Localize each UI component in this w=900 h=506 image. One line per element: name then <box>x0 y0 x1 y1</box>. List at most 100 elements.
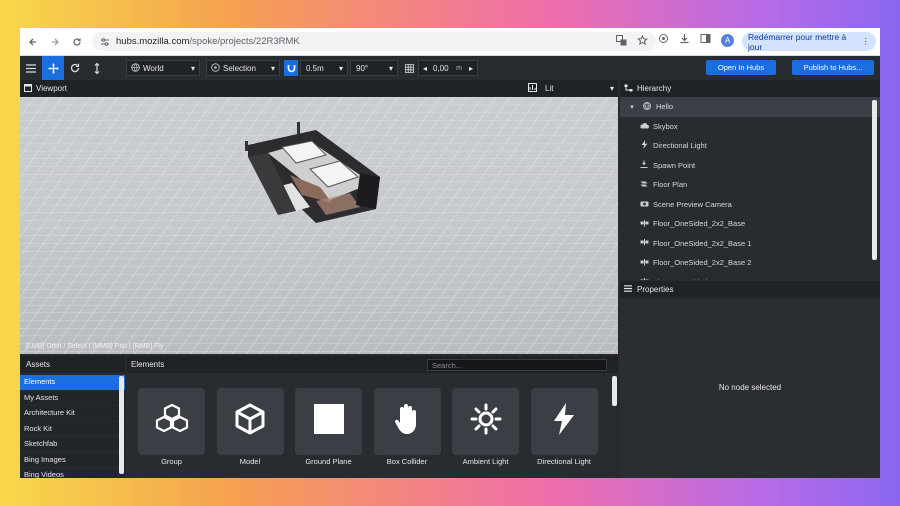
globe-icon <box>641 101 653 112</box>
model-icon <box>638 219 650 229</box>
asset-source-item[interactable]: Rock Kit <box>20 421 125 436</box>
asset-source-item[interactable]: Elements <box>20 375 125 390</box>
scale-tool-button[interactable] <box>86 56 108 80</box>
hierarchy-item-label: Hello <box>656 102 674 112</box>
no-node-selected-text: No node selected <box>718 383 782 392</box>
hierarchy-item-label: Floor_OneSided_2x2_Base 1 <box>653 238 752 248</box>
profile-avatar[interactable]: A <box>721 33 734 47</box>
cube-icon <box>235 403 265 440</box>
download-icon[interactable] <box>679 33 690 47</box>
model-icon <box>638 238 650 248</box>
transform-pivot-select[interactable]: Selection ▾ <box>206 60 280 76</box>
element-tile[interactable] <box>452 388 519 455</box>
asset-source-item[interactable]: My Assets <box>20 390 125 405</box>
rotation-snap-select[interactable]: 90° ▾ <box>350 60 398 76</box>
grid-icon[interactable] <box>402 60 416 76</box>
translate-tool-button[interactable] <box>42 56 64 80</box>
reload-button[interactable] <box>68 33 86 51</box>
hierarchy-item[interactable]: Skybox <box>620 117 880 137</box>
open-in-hubs-button[interactable]: Open In Hubs <box>706 60 776 75</box>
bolt-icon <box>553 403 575 440</box>
extensions-icon[interactable] <box>658 33 669 47</box>
hierarchy-item[interactable]: Spawn Point <box>620 156 880 176</box>
properties-panel: Properties No node selected <box>620 281 880 478</box>
caret-down-icon[interactable]: ▾ <box>626 103 638 111</box>
elements-scrollbar[interactable] <box>612 376 617 406</box>
hierarchy-scrollbar[interactable] <box>872 100 877 260</box>
assets-header: Assets <box>20 356 125 373</box>
element-tile[interactable] <box>373 388 441 455</box>
decrement-icon[interactable]: ◂ <box>419 64 431 73</box>
translation-snap-select[interactable]: 0.5m ▾ <box>300 60 348 76</box>
hierarchy-item-label: Floor Plan <box>653 180 688 190</box>
back-button[interactable] <box>24 33 42 51</box>
asset-source-item[interactable]: Bing Videos <box>20 468 125 478</box>
url-text: hubs.mozilla.com/spoke/projects/22R3RMK <box>116 36 300 47</box>
floorplan-icon <box>638 180 650 190</box>
element-tile[interactable] <box>530 388 598 455</box>
hierarchy-item[interactable]: Floor Plan <box>620 175 880 195</box>
element-tile[interactable] <box>295 388 362 455</box>
hierarchy-item[interactable]: Floor_OneSided_2x2_Base 2 <box>620 253 880 273</box>
pivot-icon <box>207 62 223 74</box>
restart-to-update-button[interactable]: Redémarrer pour mettre à jour ⋮ <box>742 32 876 52</box>
hierarchy-item[interactable]: Floor_OneSided_2x2_Base 1 <box>620 234 880 254</box>
hand-icon <box>394 403 420 440</box>
bookmark-star-icon[interactable] <box>636 34 649 49</box>
hierarchy-root-item[interactable]: ▾ Hello <box>620 97 880 117</box>
hierarchy-header: Hierarchy <box>620 80 880 97</box>
asset-source-item[interactable]: Bing Images <box>20 452 125 467</box>
chevron-down-icon: ▾ <box>270 63 275 73</box>
chevron-down-icon: ▾ <box>190 63 195 73</box>
browser-window: hubs.mozilla.com/spoke/projects/22R3RMK … <box>20 28 880 478</box>
scene-canvas[interactable]: [LMB] Orbit / Select | [MMB] Pan | [RMB]… <box>20 97 618 354</box>
menu-button[interactable] <box>20 56 42 80</box>
element-tile-label: Box Collider <box>386 457 428 466</box>
elements-panel: Elements Search... Group Model Ground Plan… <box>127 356 618 478</box>
more-menu-icon[interactable]: ⋮ <box>862 36 871 47</box>
hierarchy-item[interactable]: Floor_OneSided_2x2_Base 3 <box>620 273 880 280</box>
hierarchy-item-label: Directional Light <box>653 141 707 151</box>
hierarchy-panel: Hierarchy ▾ Hello Skybox Directional Light S… <box>620 80 880 280</box>
transform-space-select[interactable]: World ▾ <box>126 60 200 76</box>
hierarchy-item-label: Skybox <box>653 121 678 131</box>
hierarchy-tree[interactable]: ▾ Hello Skybox Directional Light Spawn Point… <box>620 97 880 280</box>
site-info-icon[interactable] <box>100 37 110 47</box>
translate-icon[interactable] <box>616 35 627 49</box>
viewport-controls-hint: [LMB] Orbit / Select | [MMB] Pan | [RMB]… <box>26 343 164 350</box>
asset-source-item[interactable]: Sketchfab <box>20 437 125 452</box>
hierarchy-item-label: Floor_OneSided_2x2_Base <box>653 219 746 229</box>
square-icon <box>313 404 344 439</box>
element-tile-label: Ambient Light <box>462 457 509 466</box>
spawn-icon <box>638 160 650 170</box>
asset-source-item[interactable]: Architecture Kit <box>20 406 125 421</box>
increment-icon[interactable]: ▸ <box>465 64 477 73</box>
snap-toggle-button[interactable] <box>284 60 298 76</box>
element-tile-label: Ground Plane <box>305 457 352 466</box>
publish-to-hubs-button[interactable]: Publish to Hubs... <box>792 60 874 75</box>
scene-render[interactable] <box>20 97 618 354</box>
render-mode-select[interactable]: Lit ▾ <box>528 82 614 95</box>
forward-button[interactable] <box>46 33 64 51</box>
model-icon <box>638 258 650 268</box>
rotate-tool-button[interactable] <box>64 56 86 80</box>
hierarchy-item[interactable]: Floor_OneSided_2x2_Base <box>620 214 880 234</box>
globe-icon <box>127 62 143 74</box>
address-bar[interactable]: hubs.mozilla.com/spoke/projects/22R3RMK <box>92 32 656 51</box>
properties-icon <box>624 285 632 294</box>
viewport-icon <box>24 83 32 94</box>
editor-toolbar: World ▾ Selection ▾ 0.5m ▾ 90° ▾ ◂ 0,00 … <box>20 56 880 80</box>
hierarchy-item-label: Floor_OneSided_2x2_Base 3 <box>653 278 751 280</box>
chevron-down-icon: ▾ <box>388 63 393 73</box>
element-tile-label: Group <box>161 457 182 466</box>
viewport-panel: Viewport Lit ▾ [LMB] Orbit / Select | [M… <box>20 80 618 354</box>
element-tile[interactable] <box>138 388 205 455</box>
bolt-icon <box>638 140 650 151</box>
hierarchy-item[interactable]: Scene Preview Camera <box>620 195 880 215</box>
assets-scrollbar[interactable] <box>119 376 124 474</box>
side-panel-icon[interactable] <box>700 33 711 47</box>
elements-search-input[interactable]: Search... <box>427 359 607 371</box>
grid-height-stepper[interactable]: ◂ 0,00 m ▸ <box>418 60 478 76</box>
element-tile[interactable] <box>216 388 284 455</box>
hierarchy-item[interactable]: Directional Light <box>620 136 880 156</box>
